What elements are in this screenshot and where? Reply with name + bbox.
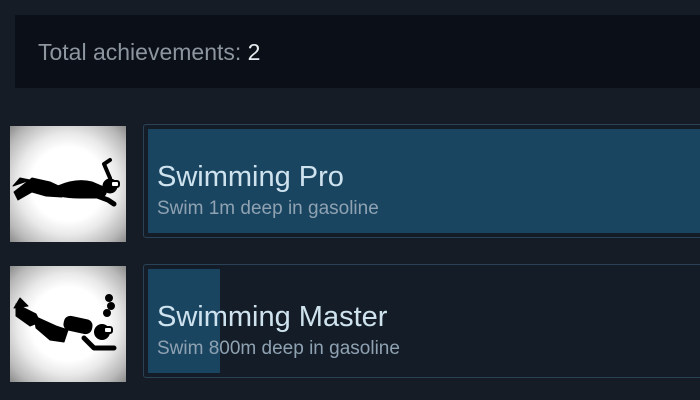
achievement-title: Swimming Master (157, 301, 388, 333)
achievement-panel: Swimming Pro Swim 1m deep in gasoline (143, 124, 700, 238)
swimmer-icon (10, 126, 126, 242)
total-achievements-text: Total achievements: 2 (38, 39, 260, 66)
achievement-description: Swim 1m deep in gasoline (157, 198, 379, 219)
achievement-panel: Swimming Master Swim 800m deep in gasoli… (143, 264, 700, 378)
total-achievements-count: 2 (247, 39, 261, 65)
scuba-diver-icon (10, 266, 126, 382)
achievement-item[interactable]: Swimming Master Swim 800m deep in gasoli… (0, 264, 700, 382)
achievements-summary-bar: Total achievements: 2 (15, 15, 700, 88)
total-achievements-label: Total achievements: (38, 39, 242, 65)
achievement-description: Swim 800m deep in gasoline (157, 338, 400, 359)
achievement-item[interactable]: Swimming Pro Swim 1m deep in gasoline (0, 124, 700, 242)
achievement-title: Swimming Pro (157, 161, 344, 193)
